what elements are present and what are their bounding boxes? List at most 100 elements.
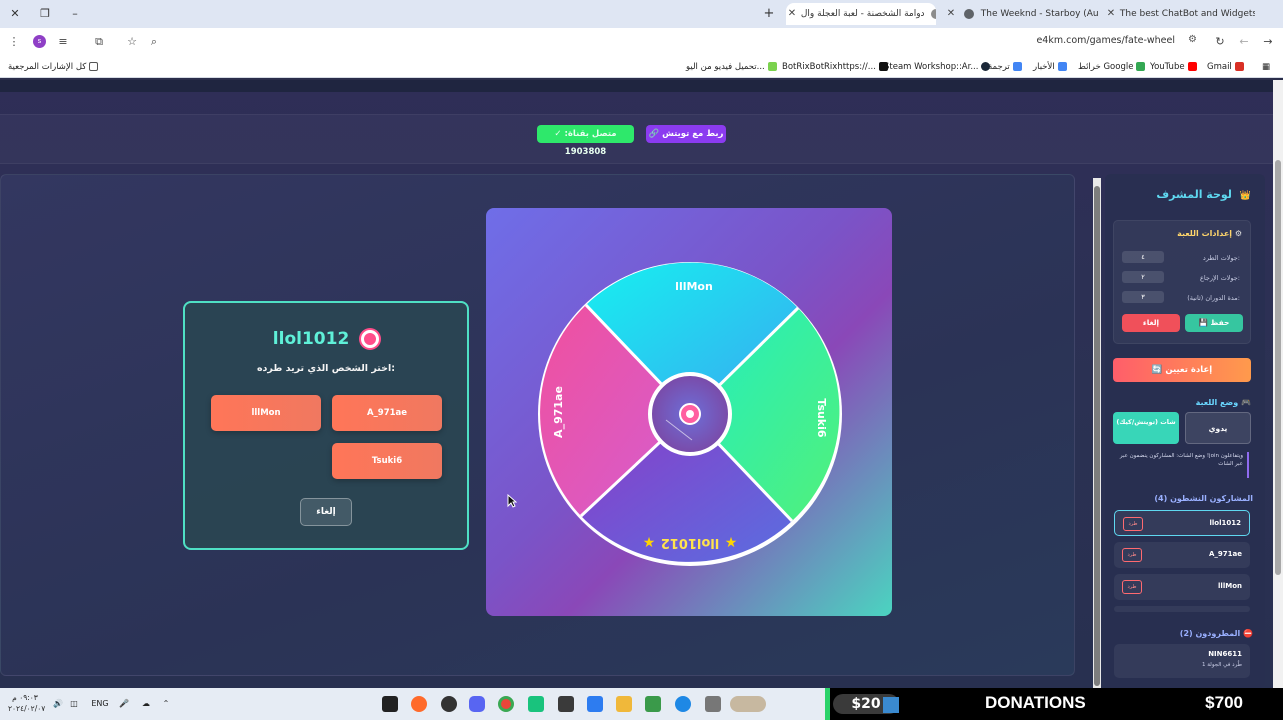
- reset-button[interactable]: 🔄 إعادة تعيين: [1113, 358, 1251, 382]
- app-icon[interactable]: [705, 696, 721, 712]
- bookmark-news[interactable]: الأخبار: [1033, 60, 1067, 74]
- forward-icon[interactable]: ←: [1236, 34, 1252, 50]
- apps-icon[interactable]: ▦: [1262, 60, 1270, 74]
- page-content: ✓ متصل بقناة: 1903808 🔗 ربط مع تويتش llo…: [0, 80, 1273, 688]
- url-field[interactable]: e4km.com/games/fate-wheel ⚙: [170, 32, 1205, 52]
- file-explorer-icon[interactable]: [616, 696, 632, 712]
- language-indicator[interactable]: ENG: [88, 696, 112, 712]
- crown-icon: 👑: [1239, 191, 1251, 201]
- tab-chatbot[interactable]: ✕ The best ChatBot and Widgets: [1105, 3, 1255, 25]
- bookmark-label: Gmail: [1207, 62, 1232, 72]
- wifi-icon[interactable]: ◫: [66, 696, 82, 712]
- kick-button[interactable]: طرد: [1122, 580, 1142, 594]
- maps-icon: [1136, 62, 1146, 71]
- tab-starboy[interactable]: ✕ The Weeknd - Starboy (Au: [945, 3, 1100, 25]
- target-center: [686, 410, 694, 418]
- player-row: llol1012 طرد: [1114, 510, 1250, 536]
- chatgpt-icon[interactable]: [528, 696, 544, 712]
- connected-channel-badge[interactable]: ✓ متصل بقناة: 1903808: [537, 125, 634, 157]
- bookmark-video-download[interactable]: تحميل فيديو من اليو...: [686, 60, 777, 74]
- active-players-heading: المشاركون النشطون (4): [1154, 494, 1253, 503]
- sidebar-scrollbar[interactable]: [1093, 178, 1101, 688]
- bookmark-translate[interactable]: ترجمة: [988, 60, 1022, 74]
- new-tab-button[interactable]: +: [760, 6, 778, 22]
- restore-window-icon[interactable]: ❐: [36, 6, 54, 22]
- chevron-up-icon[interactable]: ⌃: [160, 696, 172, 712]
- page-scroll-thumb[interactable]: [1275, 160, 1281, 575]
- close-tab-icon[interactable]: ✕: [786, 3, 798, 25]
- sidebar-scroll-thumb[interactable]: [1094, 186, 1100, 686]
- bookmark-botrix[interactable]: BotRixBotRixhttps://...: [782, 60, 888, 74]
- kick-button[interactable]: طرد: [1122, 548, 1142, 562]
- media-controls-icon[interactable]: ≡: [55, 34, 71, 50]
- modal-player-name: llol1012: [272, 329, 350, 349]
- manual-mode-button[interactable]: يدوي: [1185, 412, 1251, 444]
- extensions-icon[interactable]: ⧉: [91, 34, 107, 50]
- bookmark-steam[interactable]: Steam Workshop::Ar...: [884, 60, 991, 74]
- bookmark-youtube[interactable]: YouTube: [1150, 60, 1197, 74]
- spin-duration-label: مدة الدوران (ثانية):: [1187, 294, 1240, 302]
- bookmark-label: تحميل فيديو من اليو...: [686, 62, 765, 72]
- twitch-connect-button[interactable]: 🔗 ربط مع تويتش: [646, 125, 726, 143]
- chat-mode-label: شات (تويتش/كيك): [1116, 418, 1176, 426]
- fate-wheel[interactable]: lllMon Tsuki6 llol1012 ★ ★ A_971ae: [486, 208, 892, 616]
- kick-option-tsuki6[interactable]: Tsuki6: [332, 443, 442, 479]
- close-tab-icon[interactable]: ✕: [945, 3, 957, 25]
- cancel-settings-button[interactable]: إلغاء: [1122, 314, 1180, 332]
- donations-label: DONATIONS: [985, 693, 1086, 712]
- close-tab-icon[interactable]: ✕: [1105, 3, 1117, 25]
- youtube-icon: [1187, 62, 1197, 71]
- clock[interactable]: ٠٩:٠٣ م ٢٠٢٤/٠٢/٠٧: [8, 692, 45, 716]
- discord-icon[interactable]: [469, 696, 485, 712]
- chrome-icon[interactable]: [498, 696, 514, 712]
- chat-mode-button[interactable]: شات (تويتش/كيك): [1113, 412, 1179, 444]
- bookmark-maps[interactable]: خرائط Google: [1078, 60, 1146, 74]
- kick-option-lllmon[interactable]: lllMon: [211, 395, 321, 431]
- tab-fate-wheel[interactable]: ✕ دوامة الشخصنة - لعبة العجلة وال: [786, 3, 936, 25]
- app-icon[interactable]: [587, 696, 603, 712]
- page-scrollbar[interactable]: [1273, 80, 1283, 688]
- edge-icon[interactable]: [675, 696, 691, 712]
- speaker-icon[interactable]: 🔊: [50, 696, 66, 712]
- epic-games-icon[interactable]: [382, 696, 398, 712]
- donation-accent: [825, 688, 830, 720]
- bookmarks-bar: ▦ Gmail YouTube خرائط Google الأخبار ترج…: [0, 56, 1283, 78]
- widget-icon[interactable]: [730, 696, 766, 712]
- botrix-icon: [878, 62, 888, 71]
- kicked-heading: المطرودون (2) ⛔: [1180, 629, 1253, 638]
- mode-heading-text: وضع اللعبة: [1195, 398, 1239, 407]
- cloud-icon[interactable]: ☁: [138, 696, 154, 712]
- windows-start-icon[interactable]: [883, 697, 899, 713]
- kick-rounds-input[interactable]: ٤: [1122, 251, 1164, 263]
- close-window-icon[interactable]: ✕: [6, 6, 24, 22]
- zoom-icon[interactable]: ⌕: [146, 34, 162, 50]
- all-bookmarks[interactable]: كل الإشارات المرجعية: [8, 60, 99, 74]
- bookmark-star-icon[interactable]: ☆: [124, 34, 140, 50]
- save-settings-button[interactable]: 💾 حفظ: [1185, 314, 1243, 332]
- back-icon[interactable]: →: [1260, 34, 1276, 50]
- app-icon[interactable]: [645, 696, 661, 712]
- app-icon[interactable]: [558, 696, 574, 712]
- player-row-partial: [1114, 606, 1250, 612]
- site-settings-icon[interactable]: ⚙: [1188, 34, 1197, 45]
- wheel-label-lllmon: lllMon: [675, 280, 713, 293]
- app-icon[interactable]: [411, 696, 427, 712]
- minimize-window-icon[interactable]: –: [66, 6, 84, 22]
- profile-avatar[interactable]: s: [33, 35, 46, 48]
- kick-button[interactable]: طرد: [1123, 517, 1143, 531]
- modal-cancel-button[interactable]: إلغاء: [300, 498, 352, 526]
- download-icon: [767, 62, 777, 71]
- reload-icon[interactable]: ↻: [1212, 34, 1228, 50]
- menu-dots-icon[interactable]: ⋮: [6, 34, 22, 50]
- microphone-icon[interactable]: 🎤: [118, 696, 130, 712]
- address-bar-row: ⋮ s ≡ ⧉ ☆ ⌕ e4km.com/games/fate-wheel ⚙ …: [0, 28, 1283, 56]
- kicked-heading-text: المطرودون (2): [1179, 629, 1241, 638]
- spin-duration-input[interactable]: ٣: [1122, 291, 1164, 303]
- steam-icon[interactable]: [441, 696, 457, 712]
- star-icon: ★: [643, 535, 656, 551]
- taskbar: ٠٩:٠٣ م ٢٠٢٤/٠٢/٠٧ 🔊 ◫ ENG 🎤 ☁ ⌃ $20 DON…: [0, 688, 1283, 720]
- translate-icon: [1012, 62, 1022, 71]
- kick-option-a971ae[interactable]: A_971ae: [332, 395, 442, 431]
- return-rounds-input[interactable]: ٢: [1122, 271, 1164, 283]
- bookmark-gmail[interactable]: Gmail: [1207, 60, 1244, 74]
